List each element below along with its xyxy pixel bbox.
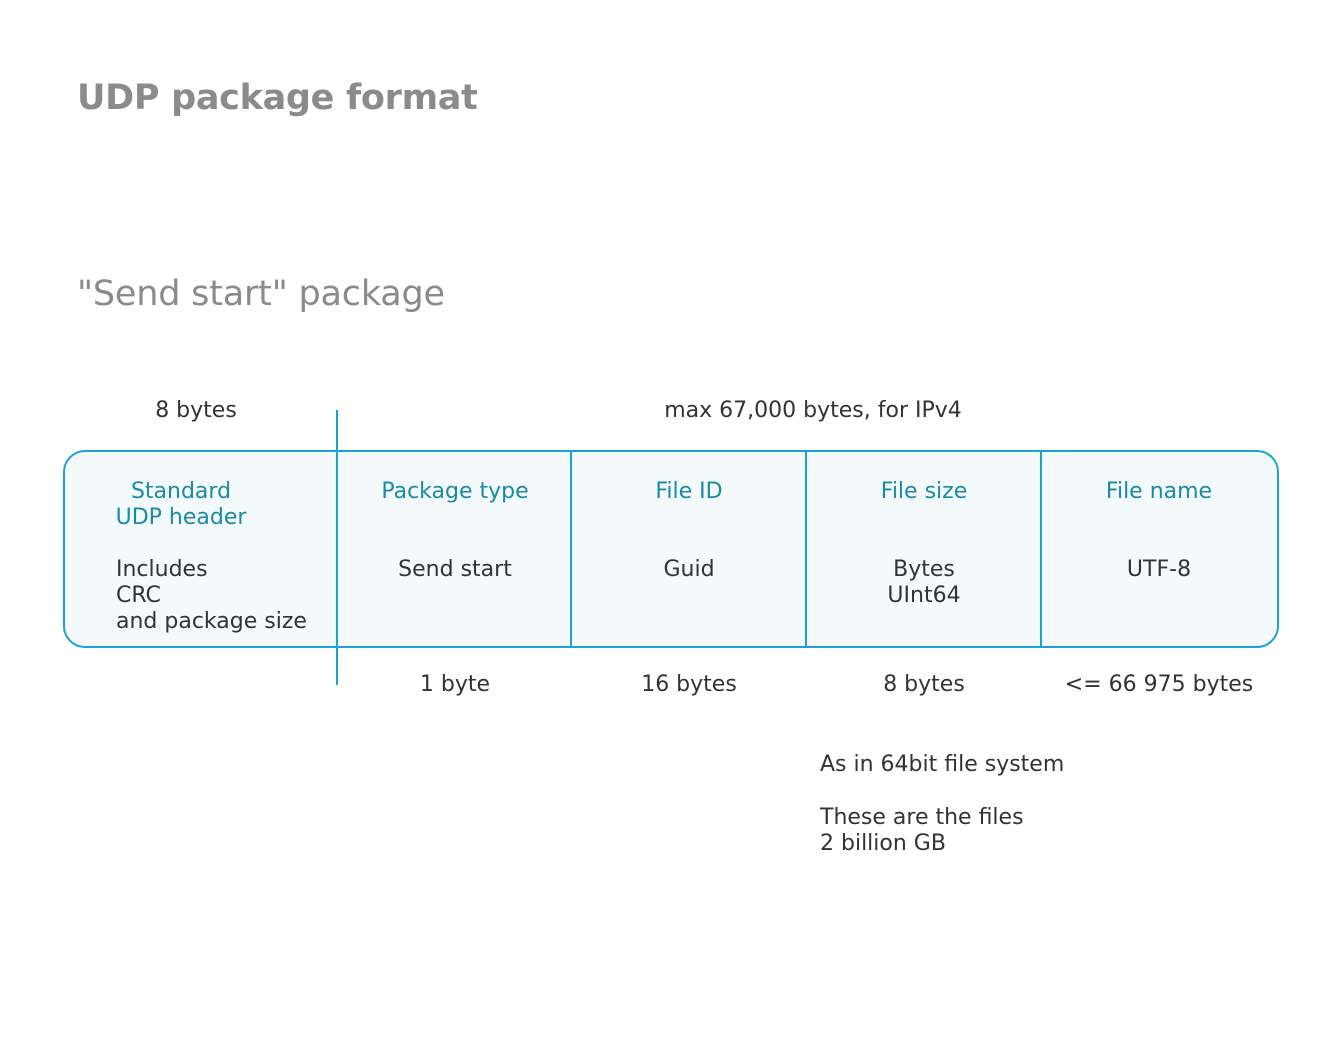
file-name-field-name: File name <box>1105 479 1213 504</box>
file-name-size-label: <= 66 975 bytes <box>1064 672 1254 697</box>
file-id-field-name: File ID <box>655 479 723 504</box>
file-id-field-value: Guid <box>663 557 715 582</box>
header-size-label: 8 bytes <box>155 398 237 423</box>
file-size-note-line2: These are the files <box>820 805 1024 830</box>
field-separator <box>805 450 807 648</box>
package-type-field-value: Send start <box>398 557 512 582</box>
header-field-name: Standard UDP header <box>116 479 247 531</box>
header-field-value-line3: and package size <box>116 609 307 634</box>
header-field-name-line2: UDP header <box>115 505 247 530</box>
file-size-note-detail: These are the files 2 billion GB <box>820 805 1024 857</box>
header-payload-divider <box>336 410 338 685</box>
file-size-field-name: File size <box>880 479 968 504</box>
header-field-value: Includes CRC and package size <box>116 557 307 635</box>
header-field-name-line1: Standard <box>130 479 232 504</box>
file-size-note-line3: 2 billion GB <box>820 831 946 856</box>
field-separator <box>1040 450 1042 648</box>
file-size-field-value: Bytes UInt64 <box>887 557 960 609</box>
file-size-size-label: 8 bytes <box>883 672 965 697</box>
page-title: UDP package format <box>77 78 478 118</box>
payload-max-label: max 67,000 bytes, for IPv4 <box>664 398 962 423</box>
field-separator <box>570 450 572 648</box>
file-name-field-value: UTF-8 <box>1126 557 1192 582</box>
package-type-field-name: Package type <box>381 479 529 504</box>
file-size-field-value-line2: UInt64 <box>887 583 961 608</box>
package-type-size-label: 1 byte <box>419 672 491 697</box>
header-field-value-line2: CRC <box>116 583 161 608</box>
file-id-size-label: 16 bytes <box>641 672 737 697</box>
file-size-note: As in 64bit file system <box>820 752 1065 777</box>
header-field-value-line1: Includes <box>116 557 208 582</box>
file-size-field-value-line1: Bytes <box>893 557 955 582</box>
section-subtitle: "Send start" package <box>77 274 445 314</box>
